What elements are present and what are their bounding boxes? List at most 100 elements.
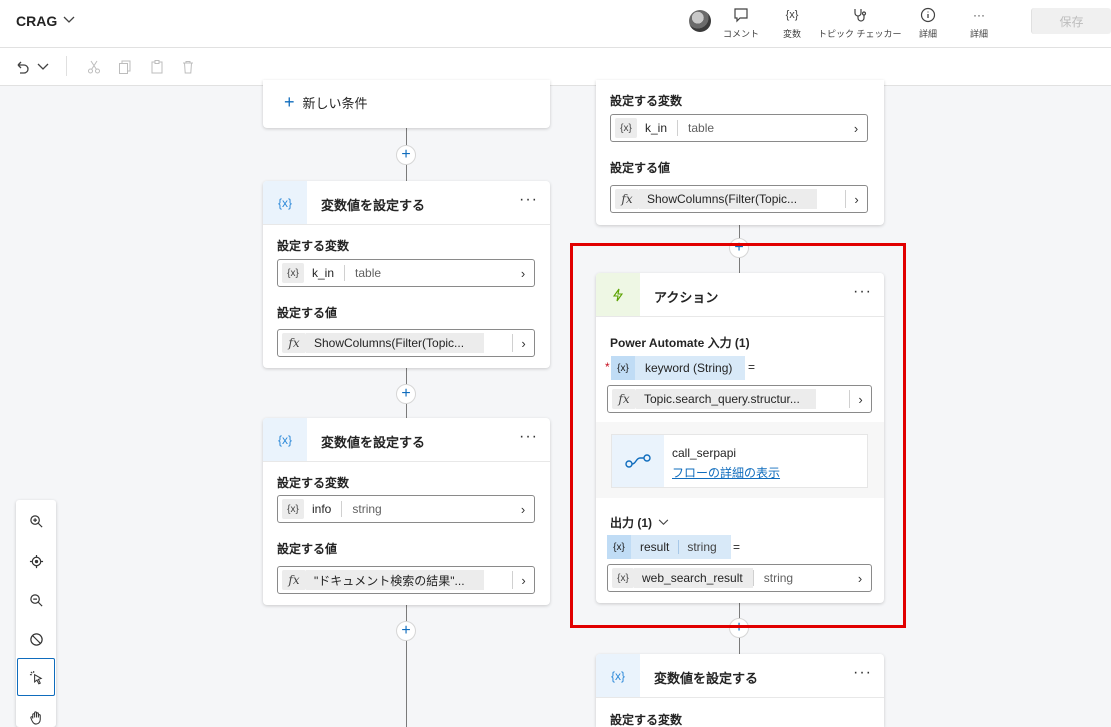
card-more-button[interactable]: ···	[519, 191, 538, 209]
topic-checker-label: トピック チェッカー	[818, 29, 902, 39]
hand-icon	[29, 710, 41, 725]
variable-selector[interactable]: {x} k_in table ›	[277, 259, 535, 287]
value-formula-field[interactable]: fx ShowColumns(Filter(Topic... ›	[610, 185, 868, 213]
target-variable-type: string	[752, 570, 803, 586]
undo-button[interactable]	[12, 57, 32, 77]
copy-icon	[119, 60, 131, 74]
chevron-right-icon: ›	[853, 120, 859, 136]
variable-icon: {x}	[282, 263, 304, 283]
card-header: アクション ···	[596, 273, 884, 317]
variable-selector[interactable]: {x} info string ›	[277, 495, 535, 523]
zoom-out-button[interactable]	[26, 590, 46, 610]
set-variable-card[interactable]: {x} 変数値を設定する ··· 設定する変数 {x} k_in table ›…	[263, 181, 550, 368]
copy-button[interactable]	[115, 57, 135, 77]
variable-icon: {x}	[785, 9, 799, 21]
minimap-toggle-button[interactable]	[26, 629, 46, 649]
variable-type: table	[344, 265, 391, 281]
add-node-button[interactable]: +	[729, 618, 749, 638]
card-more-button[interactable]: ···	[853, 664, 872, 682]
avatar[interactable]	[689, 10, 711, 32]
select-tool-button[interactable]	[17, 658, 55, 696]
flow-info-box: call_serpapi フローの詳細の表示	[611, 434, 868, 488]
target-variable-name: web_search_result	[634, 568, 753, 588]
card-title: 変数値を設定する	[321, 198, 426, 213]
formula-value: Topic.search_query.structur...	[636, 389, 816, 409]
formula-value: "ドキュメント検索の結果"...	[306, 570, 484, 590]
variable-icon: {x}	[615, 118, 637, 138]
value-formula-field[interactable]: fx ShowColumns(Filter(Topic... ›	[277, 329, 535, 357]
save-button[interactable]: 保存	[1031, 8, 1111, 34]
add-node-button[interactable]: +	[396, 621, 416, 641]
flow-details-link[interactable]: フローの詳細の表示	[672, 464, 780, 481]
comment-label: コメント	[723, 29, 760, 39]
variable-name: k_in	[312, 266, 335, 280]
output-variable-name: result	[640, 540, 670, 554]
flow-icon	[612, 435, 664, 487]
card-more-button[interactable]: ···	[519, 428, 538, 446]
card-header: {x} 変数値を設定する ···	[596, 654, 884, 698]
formula-icon: fx	[282, 333, 306, 353]
required-mark: *	[605, 360, 610, 374]
variable-icon: {x}	[282, 499, 304, 519]
center-view-button[interactable]	[26, 551, 46, 571]
zoom-in-button[interactable]	[26, 511, 46, 531]
topic-title-dropdown[interactable]: CRAG	[16, 13, 75, 29]
variable-icon: {x}	[611, 356, 635, 380]
add-node-button[interactable]: +	[729, 238, 749, 258]
power-automate-input-label: Power Automate 入力 (1)	[610, 336, 750, 350]
comment-button[interactable]: コメント	[723, 6, 759, 40]
output-variable-chip[interactable]: {x} result string	[607, 535, 731, 559]
variable-name: info	[312, 502, 332, 516]
chevron-right-icon: ›	[512, 334, 534, 352]
value-label: 設定する値	[277, 542, 338, 556]
details-label: 詳細	[919, 29, 938, 39]
card-header: {x} 変数値を設定する ···	[263, 181, 550, 225]
variables-button[interactable]: {x} 変数	[783, 6, 801, 40]
card-more-button[interactable]: ···	[853, 283, 872, 301]
comment-icon	[733, 6, 749, 24]
variable-icon: {x}	[612, 568, 634, 588]
variable-name: k_in	[645, 121, 668, 135]
set-variable-card[interactable]: 設定する変数 {x} k_in table › 設定する値 fx ShowCol…	[596, 80, 884, 225]
more-button[interactable]: ··· 詳細	[970, 6, 988, 40]
variable-type: table	[677, 120, 724, 136]
add-node-button[interactable]: +	[396, 384, 416, 404]
set-variable-card[interactable]: {x} 変数値を設定する ··· 設定する変数 {x} info string …	[263, 418, 550, 605]
new-condition-label: 新しい条件	[302, 96, 368, 111]
delete-button[interactable]	[178, 57, 198, 77]
set-variable-card[interactable]: {x} 変数値を設定する ··· 設定する変数	[596, 654, 884, 727]
pan-tool-button[interactable]	[26, 707, 46, 727]
variable-icon: {x}	[263, 181, 307, 224]
formula-icon: fx	[282, 570, 306, 590]
variable-selector[interactable]: {x} k_in table ›	[610, 114, 868, 142]
formula-value: ShowColumns(Filter(Topic...	[639, 189, 817, 209]
zoom-controls	[16, 500, 56, 727]
value-formula-field[interactable]: fx "ドキュメント検索の結果"... ›	[277, 566, 535, 594]
value-label: 設定する値	[610, 161, 671, 175]
input-formula-field[interactable]: fx Topic.search_query.structur... ›	[607, 385, 872, 413]
undo-dropdown[interactable]	[33, 57, 53, 77]
card-title: 変数値を設定する	[321, 435, 426, 450]
card-header: {x} 変数値を設定する ···	[263, 418, 550, 462]
input-parameter-chip[interactable]: {x} keyword (String)	[611, 356, 745, 380]
variable-type: string	[341, 501, 391, 517]
topic-checker-button[interactable]: トピック チェッカー	[818, 6, 902, 40]
card-title: アクション	[654, 290, 719, 305]
output-variable-type: string	[678, 540, 724, 554]
zoom-in-icon	[29, 514, 43, 528]
equals-sign: =	[733, 540, 741, 554]
details-button[interactable]: 詳細	[919, 6, 937, 40]
cursor-select-icon	[29, 670, 42, 684]
zoom-out-icon	[29, 593, 43, 607]
undo-icon	[17, 61, 29, 74]
cut-button[interactable]	[84, 57, 104, 77]
paste-button[interactable]	[147, 57, 167, 77]
topic-title: CRAG	[16, 13, 58, 29]
prohibited-icon	[29, 632, 43, 646]
add-node-button[interactable]: +	[396, 145, 416, 165]
chevron-right-icon: ›	[845, 190, 867, 208]
output-target-variable[interactable]: {x} web_search_result string ›	[607, 564, 872, 592]
output-toggle[interactable]: 出力 (1)	[610, 514, 669, 531]
new-condition-button[interactable]: + 新しい条件	[284, 92, 368, 113]
formula-icon: fx	[612, 389, 636, 409]
